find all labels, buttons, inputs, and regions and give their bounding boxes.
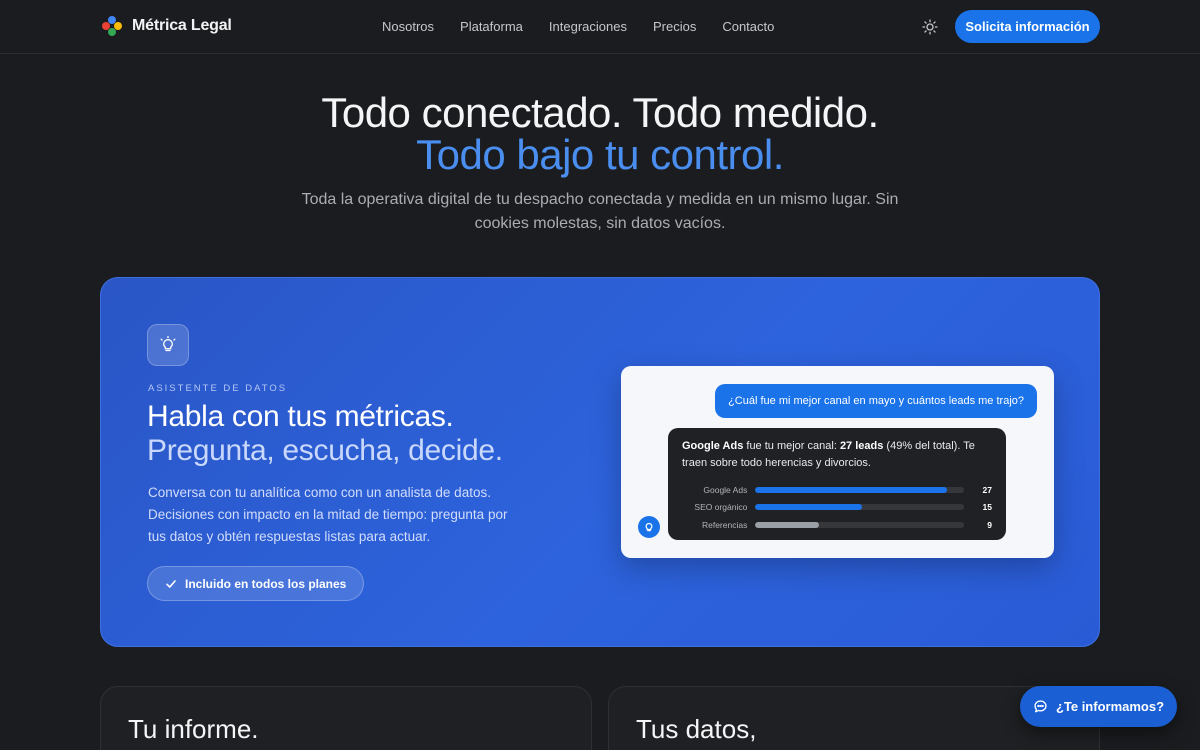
feature-icon-badge bbox=[147, 324, 189, 366]
bar-label: Referencias bbox=[701, 519, 748, 530]
data-card-title: Tus datos, bbox=[636, 714, 757, 744]
answer-mid: fue tu mejor canal: bbox=[743, 440, 840, 452]
channel-bar-chart: Google Ads 27 SEO orgánico 15 Referencias 9 bbox=[682, 481, 992, 534]
pill-label: Incluido en todos los planes bbox=[185, 576, 347, 591]
feature-title-accent: Pregunta, escucha, decide. bbox=[147, 434, 503, 467]
lightbulb-icon bbox=[645, 522, 653, 532]
nav-link-nosotros[interactable]: Nosotros bbox=[382, 19, 434, 34]
user-message-bubble: ¿Cuál fue mi mejor canal en mayo y cuánt… bbox=[715, 384, 1037, 418]
theme-toggle-button[interactable] bbox=[919, 16, 941, 38]
bar-fill bbox=[755, 521, 820, 528]
bar-label: SEO orgánico bbox=[694, 502, 748, 513]
assistant-message-bubble: Google Ads fue tu mejor canal: 27 leads … bbox=[668, 428, 1006, 540]
hero-subtitle: Toda la operativa digital de tu despacho… bbox=[301, 191, 899, 232]
check-icon bbox=[166, 579, 176, 588]
nav-link-precios[interactable]: Precios bbox=[653, 19, 696, 34]
nav-link-contacto[interactable]: Contacto bbox=[722, 19, 774, 34]
request-info-button[interactable]: Solicita información bbox=[955, 10, 1100, 43]
nav-link-integraciones[interactable]: Integraciones bbox=[549, 19, 627, 34]
bar-value: 15 bbox=[982, 502, 992, 513]
feature-description: Conversa con tu analítica como con un an… bbox=[148, 485, 508, 544]
assistant-avatar bbox=[638, 516, 660, 538]
brand-logo[interactable]: Métrica Legal bbox=[102, 16, 232, 36]
bar-label: Google Ads bbox=[703, 484, 748, 495]
lightbulb-icon bbox=[160, 336, 176, 352]
bar-value: 27 bbox=[982, 484, 992, 495]
bar-value: 9 bbox=[987, 519, 992, 530]
feature-eyebrow: ASISTENTE DE DATOS bbox=[148, 383, 288, 394]
chat-preview: ¿Cuál fue mi mejor canal en mayo y cuánt… bbox=[621, 366, 1054, 558]
bar-row: SEO orgánico 15 bbox=[682, 499, 992, 517]
bar-row: Referencias 9 bbox=[682, 516, 992, 534]
data-assistant-feature-card: ASISTENTE DE DATOS Habla con tus métrica… bbox=[100, 277, 1100, 647]
chat-launcher-label: ¿Te informamos? bbox=[1055, 699, 1165, 714]
chat-bubble-icon bbox=[1034, 700, 1047, 713]
nav-link-plataforma[interactable]: Plataforma bbox=[460, 19, 523, 34]
included-plans-pill: Incluido en todos los planes bbox=[147, 566, 365, 601]
bar-fill bbox=[755, 504, 863, 511]
hero-section: Todo conectado. Todo medido. Todo bajo t… bbox=[0, 92, 1200, 236]
assistant-answer: Google Ads fue tu mejor canal: 27 leads … bbox=[682, 438, 992, 472]
feature-title: Habla con tus métricas. bbox=[147, 400, 454, 433]
answer-leads: 27 leads bbox=[839, 440, 884, 452]
hero-title: Todo conectado. Todo medido. bbox=[321, 89, 879, 136]
hero-title-accent: Todo bajo tu control. bbox=[416, 131, 784, 178]
nav-links: Nosotros Plataforma Integraciones Precio… bbox=[382, 19, 774, 34]
top-nav: Métrica Legal Nosotros Plataforma Integr… bbox=[0, 0, 1200, 54]
bar-row: Google Ads 27 bbox=[682, 481, 992, 499]
bar-fill bbox=[755, 486, 948, 493]
bar-track bbox=[755, 521, 965, 528]
answer-channel: Google Ads bbox=[682, 440, 744, 452]
report-card-title: Tu informe. bbox=[128, 714, 259, 744]
chat-launcher-button[interactable]: ¿Te informamos? bbox=[1020, 686, 1177, 727]
sun-icon bbox=[922, 19, 938, 35]
logo-mark-icon bbox=[102, 16, 122, 36]
bar-track bbox=[755, 504, 965, 511]
brand-name: Métrica Legal bbox=[132, 17, 232, 34]
bar-track bbox=[755, 486, 965, 493]
report-card: Tu informe. bbox=[100, 686, 592, 750]
